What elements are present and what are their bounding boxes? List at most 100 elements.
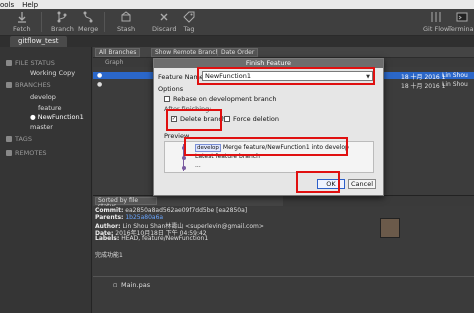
labels-line: Labels: HEAD, feature/NewFunction1 xyxy=(95,235,208,242)
menu-bar: ools Help xyxy=(0,0,474,9)
labels-value: HEAD, feature/NewFunction1 xyxy=(121,235,209,242)
tags-section[interactable]: TAGS xyxy=(6,135,32,143)
branches-header: BRANCHES xyxy=(15,81,51,89)
branches-section[interactable]: BRANCHES xyxy=(6,81,51,89)
ok-button[interactable]: OK xyxy=(317,179,345,189)
discard-icon xyxy=(160,13,168,21)
options-label: Options xyxy=(158,85,184,93)
sidebar-item-newfunction1-label: NewFunction1 xyxy=(37,113,84,121)
parents-label: Parents: xyxy=(95,214,124,221)
file-status-section[interactable]: FILE STATUS xyxy=(6,59,55,67)
force-deletion-checkbox-box xyxy=(224,116,230,122)
git-flow-button[interactable]: Git Flow xyxy=(423,11,449,33)
tag-button[interactable]: Tag xyxy=(183,11,195,33)
graph-column-header[interactable]: Graph xyxy=(105,59,123,66)
all-branches-dropdown[interactable]: All Branches xyxy=(95,48,141,57)
commit-author: Lin Shou xyxy=(442,81,468,88)
history-filter-bar: All Branches Show Remote Branches Date O… xyxy=(93,47,474,58)
commit-detail-panel: Sorted by file status Commit: ea2850a8ad… xyxy=(93,195,474,313)
tag-label: Tag xyxy=(183,25,195,33)
menu-help[interactable]: Help xyxy=(22,1,38,9)
feature-name-dropdown[interactable]: NewFunction1 ▼ xyxy=(202,71,373,81)
delete-branch-label: Delete branch xyxy=(180,115,227,123)
avatar xyxy=(380,218,400,238)
feature-name-value: NewFunction1 xyxy=(205,72,251,80)
sidebar: FILE STATUS Working Copy BRANCHES develo… xyxy=(0,47,92,313)
changed-file-row[interactable]: ▫ Main.pas xyxy=(93,280,474,289)
preview-latest-row: Latest feature branch xyxy=(195,153,260,160)
sidebar-item-develop[interactable]: develop xyxy=(30,93,56,101)
remotes-icon xyxy=(6,150,12,156)
divider xyxy=(93,276,474,277)
branch-button[interactable]: Branch xyxy=(51,11,74,33)
commit-author: Lin Shou xyxy=(442,72,468,79)
changed-file-name: Main.pas xyxy=(121,281,151,289)
sourcetree-window: ools Help Fetch Branch Merge Stash Disca… xyxy=(0,0,474,313)
menu-tools[interactable]: ools xyxy=(0,1,14,9)
fetch-icon xyxy=(17,12,26,23)
sort-by-dropdown[interactable]: Sorted by file status xyxy=(95,197,157,210)
commit-date: 18 十月 2016 1 xyxy=(401,83,446,90)
stash-label: Stash xyxy=(117,25,136,33)
sidebar-item-master[interactable]: master xyxy=(30,123,53,131)
discard-label: Discard xyxy=(152,25,177,33)
remotes-header: REMOTES xyxy=(15,149,47,157)
fetch-label: Fetch xyxy=(13,25,31,33)
develop-branch-tag: develop xyxy=(195,144,221,152)
commit-label: Commit: xyxy=(95,207,124,214)
sidebar-item-newfunction1[interactable]: ● NewFunction1 xyxy=(30,113,84,121)
force-deletion-checkbox[interactable]: Force deletion xyxy=(224,115,279,123)
date-order-dropdown[interactable]: Date Order xyxy=(217,48,259,57)
cancel-button[interactable]: Cancel xyxy=(348,179,376,189)
commit-message: 完成功能1 xyxy=(95,252,123,259)
sidebar-item-feature[interactable]: feature xyxy=(38,104,61,112)
merge-button[interactable]: Merge xyxy=(78,11,98,33)
branch-icon xyxy=(57,11,67,23)
merge-icon xyxy=(83,11,93,23)
git-flow-label: Git Flow xyxy=(423,25,450,33)
commit-details: Commit: ea2850a8ad562ae09f7dd5be [ea2850… xyxy=(93,206,474,313)
toolbar-divider xyxy=(41,12,42,32)
file-status-header: FILE STATUS xyxy=(15,59,55,67)
file-status-icon xyxy=(6,60,12,66)
tags-header: TAGS xyxy=(15,135,32,143)
parent-commit-link[interactable]: 1b25a80a6a xyxy=(125,214,163,221)
terminal-button[interactable]: Terminal xyxy=(448,11,474,33)
stash-icon xyxy=(121,11,131,22)
rebase-checkbox[interactable]: Rebase on development branch xyxy=(164,95,277,103)
checkmark-icon: ✓ xyxy=(171,115,177,122)
dialog-title: Finish Feature xyxy=(154,59,383,68)
rebase-checkbox-label: Rebase on development branch xyxy=(173,95,277,103)
commit-hash: ea2850a8ad562ae09f7dd5be [ea2850a] xyxy=(125,207,248,214)
delete-branch-checkbox[interactable]: ✓ Delete branch xyxy=(171,115,226,123)
stash-button[interactable]: Stash xyxy=(117,11,135,33)
finish-feature-dialog: Finish Feature Feature Name: NewFunction… xyxy=(153,58,384,196)
file-sort-bar: Sorted by file status xyxy=(93,196,283,210)
remotes-section[interactable]: REMOTES xyxy=(6,149,47,157)
discard-button[interactable]: Discard xyxy=(152,11,176,33)
git-flow-icon xyxy=(431,12,441,22)
rebase-checkbox-box xyxy=(164,96,170,102)
fetch-button[interactable]: Fetch xyxy=(13,11,31,33)
commit-date: 18 十月 2016 1 xyxy=(401,74,446,81)
force-deletion-label: Force deletion xyxy=(233,115,280,123)
after-finishing-label: After finishing: xyxy=(164,105,212,113)
commit-graph-node: ● xyxy=(97,81,103,88)
feature-name-label: Feature Name: xyxy=(158,73,206,81)
terminal-icon xyxy=(456,12,468,22)
preview-ellipsis-row: ... xyxy=(195,162,201,169)
branch-label: Branch xyxy=(51,25,74,33)
preview-graph-node xyxy=(181,156,186,160)
commit-graph-node: ● xyxy=(97,72,103,79)
terminal-label: Terminal xyxy=(448,25,474,33)
sidebar-item-working-copy[interactable]: Working Copy xyxy=(30,69,75,77)
branches-icon xyxy=(6,82,12,88)
preview-merge-message: Merge feature/NewFunction1 into develop xyxy=(222,144,349,151)
labels-label: Labels: xyxy=(95,235,120,242)
tab-gitflow-test[interactable]: gitflow_test xyxy=(10,36,67,47)
preview-label: Preview xyxy=(164,132,190,140)
commit-hash-line: Commit: ea2850a8ad562ae09f7dd5be [ea2850… xyxy=(95,207,247,214)
file-modified-icon: ▫ xyxy=(113,281,118,289)
chevron-down-icon: ▼ xyxy=(366,74,370,80)
preview-graph-node xyxy=(181,166,186,170)
